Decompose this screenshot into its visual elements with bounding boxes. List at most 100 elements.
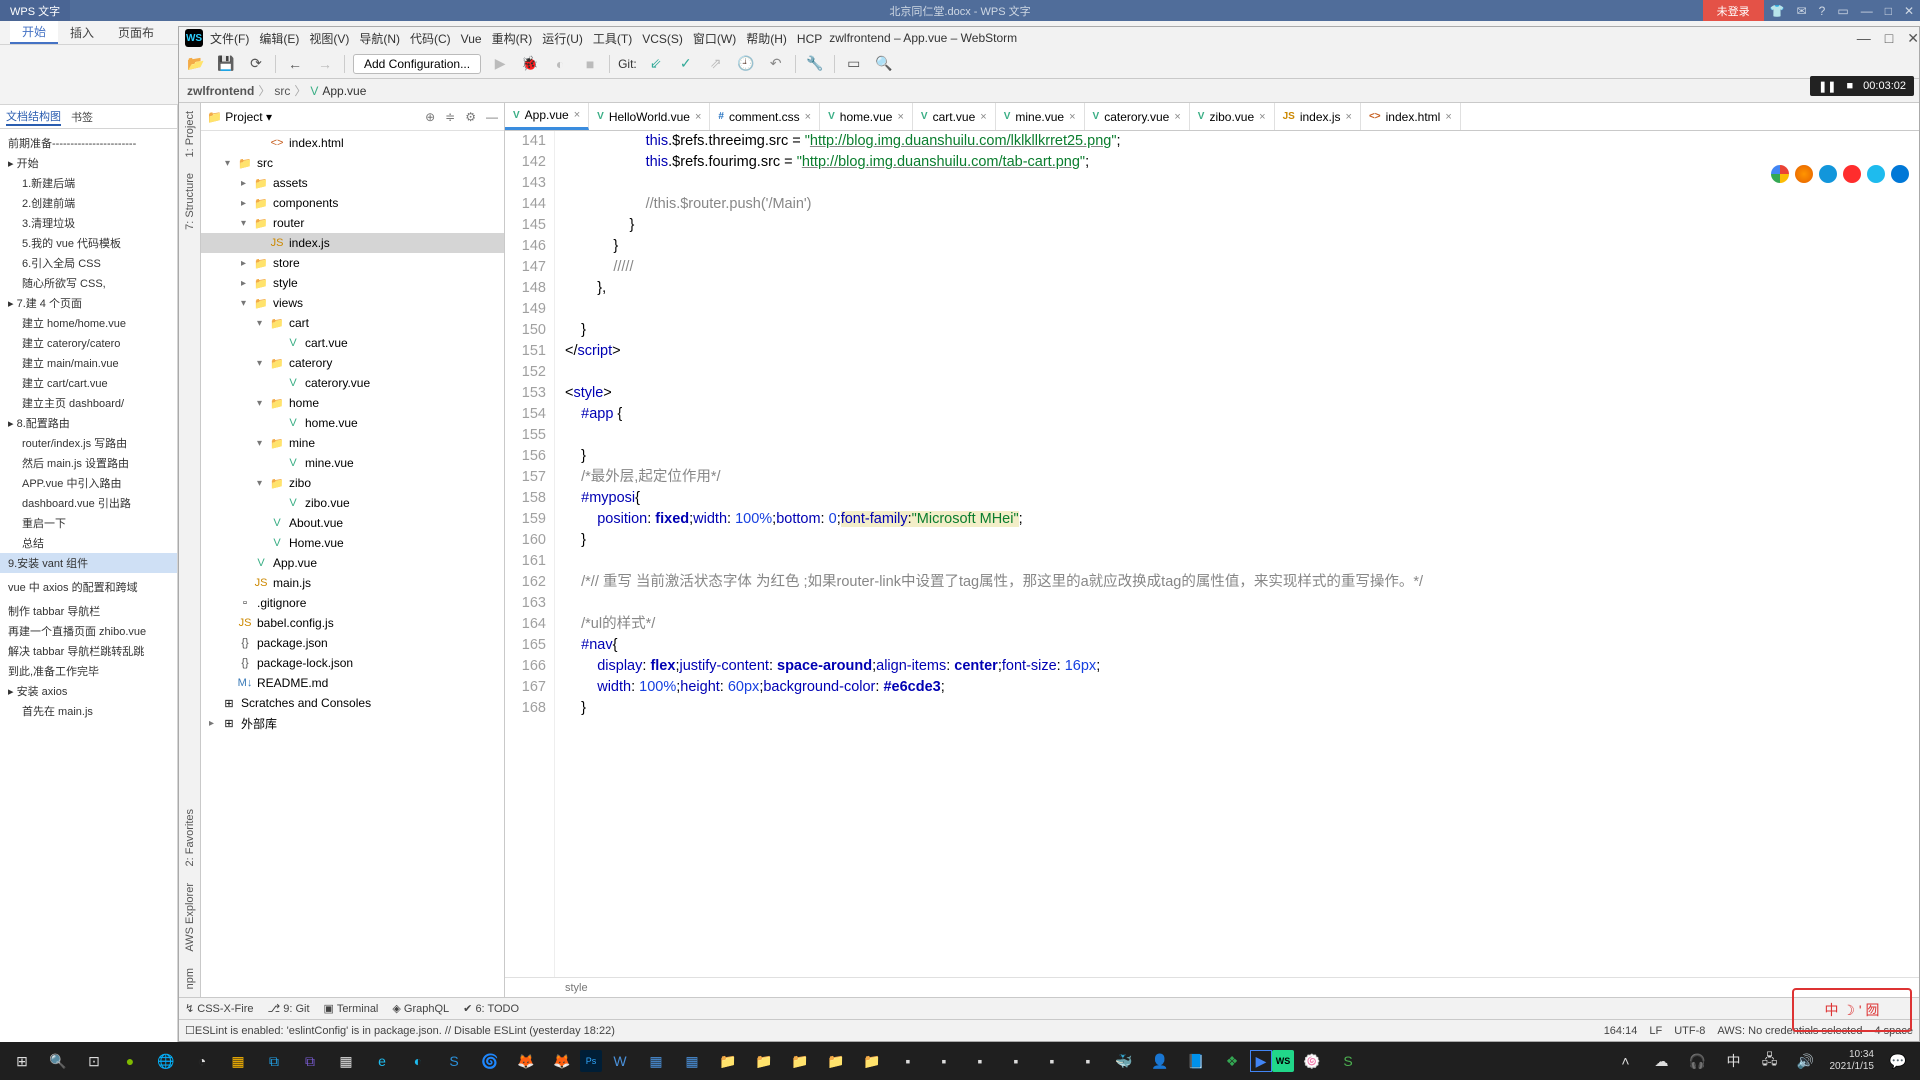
menu-item[interactable]: 窗口(W) (688, 32, 741, 46)
close-tab-icon[interactable]: × (980, 111, 986, 123)
outline-item[interactable]: 建立 home/home.vue (0, 313, 177, 333)
chrome-icon[interactable] (1771, 165, 1789, 183)
outline-item[interactable]: 前期准备----------------------- (0, 133, 177, 153)
tree-node[interactable]: ▸📁store (201, 253, 504, 273)
tree-node[interactable]: Vhome.vue (201, 413, 504, 433)
terminal-icon[interactable]: ▪ (1070, 1046, 1106, 1076)
project-tree[interactable]: <>index.html▾📁src▸📁assets▸📁components▾📁r… (201, 131, 504, 997)
settings-icon[interactable]: ⚙ (465, 110, 476, 124)
search-button[interactable]: 🔍 (40, 1046, 76, 1076)
notifications-icon[interactable]: 💬 (1880, 1046, 1916, 1076)
tree-node[interactable]: ▾📁src (201, 153, 504, 173)
close-tab-icon[interactable]: × (1069, 111, 1075, 123)
network-icon[interactable]: 🖧 (1752, 1046, 1788, 1076)
git-update-icon[interactable]: ⇙ (645, 53, 667, 75)
outline-item[interactable]: 建立 caterory/catero (0, 333, 177, 353)
editor-tab[interactable]: Vzibo.vue× (1190, 103, 1275, 130)
outline-item[interactable]: 6.引入全局 CSS (0, 253, 177, 273)
app-icon[interactable]: 🐳 (1106, 1046, 1142, 1076)
app-icon[interactable]: ❖ (1214, 1046, 1250, 1076)
wps-tab-insert[interactable]: 插入 (58, 21, 106, 44)
editor-tab[interactable]: Vhome.vue× (820, 103, 913, 130)
debug-icon[interactable]: 🐞 (519, 53, 541, 75)
ie-icon[interactable] (1867, 165, 1885, 183)
app-icon[interactable]: ◐ (400, 1046, 436, 1076)
tree-node[interactable]: Vcart.vue (201, 333, 504, 353)
outline-item[interactable]: 5.我的 vue 代码模板 (0, 233, 177, 253)
tree-node[interactable]: ▾📁caterory (201, 353, 504, 373)
opera-icon[interactable] (1843, 165, 1861, 183)
close-tab-icon[interactable]: × (1259, 111, 1265, 123)
browser-preview-icons[interactable] (1771, 165, 1909, 183)
tray-icon[interactable]: ☁ (1644, 1046, 1680, 1076)
tree-node[interactable]: VAbout.vue (201, 513, 504, 533)
close-tab-icon[interactable]: × (1445, 111, 1451, 123)
tree-node[interactable]: ▾📁router (201, 213, 504, 233)
editor-tab[interactable]: JSindex.js× (1275, 103, 1361, 130)
safari-icon[interactable] (1819, 165, 1837, 183)
vscode-icon[interactable]: ⧉ (256, 1046, 292, 1076)
terminal-icon[interactable]: ▪ (1034, 1046, 1070, 1076)
tree-node[interactable]: ▾📁mine (201, 433, 504, 453)
firefox-icon[interactable] (1795, 165, 1813, 183)
code-lines[interactable]: this.$refs.threeimg.src = "http://blog.i… (555, 131, 1919, 977)
menu-item[interactable]: 代码(C) (405, 32, 456, 46)
tree-node[interactable]: ▫.gitignore (201, 593, 504, 613)
close-tab-icon[interactable]: × (805, 111, 811, 123)
git-push-icon[interactable]: ⇗ (705, 53, 727, 75)
tree-node[interactable]: ▸⊞外部库 (201, 713, 504, 733)
close-tab-icon[interactable]: × (897, 111, 903, 123)
wps-tab-layout[interactable]: 页面布 (106, 21, 166, 44)
outline-item[interactable]: vue 中 axios 的配置和跨域 (0, 577, 177, 597)
outline-item[interactable]: APP.vue 中引入路由 (0, 473, 177, 493)
back-icon[interactable]: ← (284, 53, 306, 75)
terminal-icon[interactable]: ▪ (998, 1046, 1034, 1076)
tree-node[interactable]: Vcaterory.vue (201, 373, 504, 393)
outline-item[interactable]: 2.创建前端 (0, 193, 177, 213)
editor-tab[interactable]: Vcaterory.vue× (1085, 103, 1190, 130)
wps-tab-start[interactable]: 开始 (10, 21, 58, 44)
app-icon[interactable]: 🌀 (472, 1046, 508, 1076)
code-area[interactable]: 141 142 143 144 145 146 147 148 149 150 … (505, 131, 1919, 977)
wps-login-button[interactable]: 未登录 (1703, 0, 1764, 21)
tree-node[interactable]: JSmain.js (201, 573, 504, 593)
folder-icon[interactable]: 📁 (818, 1046, 854, 1076)
outline-item[interactable]: 1.新建后端 (0, 173, 177, 193)
firefox-icon[interactable]: 🦊 (508, 1046, 544, 1076)
outline-item[interactable]: 然后 main.js 设置路由 (0, 453, 177, 473)
hide-icon[interactable]: ― (486, 110, 498, 124)
window-icon[interactable]: ▭ (1831, 4, 1854, 18)
tray-up-icon[interactable]: ˄ (1608, 1046, 1644, 1076)
folder-icon[interactable]: 📁 (746, 1046, 782, 1076)
editor-tab[interactable]: Vmine.vue× (996, 103, 1085, 130)
pause-icon[interactable]: ❚❚ (1818, 80, 1836, 93)
app-icon[interactable]: ● (112, 1046, 148, 1076)
wps-outline-tab[interactable]: 文档结构图 (6, 108, 61, 126)
outline-item[interactable]: 到此,准备工作完毕 (0, 661, 177, 681)
folder-icon[interactable]: 📁 (782, 1046, 818, 1076)
edge-icon[interactable] (1891, 165, 1909, 183)
outline-item[interactable]: 再建一个直播页面 zhibo.vue (0, 621, 177, 641)
outline-item[interactable]: 首先在 main.js (0, 701, 177, 721)
ime-icon[interactable]: 中 (1716, 1046, 1752, 1076)
code-breadcrumb[interactable]: style (565, 982, 588, 994)
app-icon[interactable]: ▦ (220, 1046, 256, 1076)
git-revert-icon[interactable]: ↶ (765, 53, 787, 75)
outline-item[interactable]: 建立 main/main.vue (0, 353, 177, 373)
npm-toolwindow-button[interactable]: npm (184, 960, 196, 997)
minimize-icon[interactable]: ― (1855, 4, 1879, 18)
search-icon[interactable]: 🔍 (873, 53, 895, 75)
app-icon[interactable]: S (436, 1046, 472, 1076)
project-toolwindow-button[interactable]: 1: Project (184, 103, 196, 165)
tree-node[interactable]: JSindex.js (201, 233, 504, 253)
tree-node[interactable]: Vzibo.vue (201, 493, 504, 513)
wrench-icon[interactable]: 🔧 (804, 53, 826, 75)
terminal-icon[interactable]: ▪ (890, 1046, 926, 1076)
editor-tab[interactable]: VHelloWorld.vue× (589, 103, 710, 130)
app-icon[interactable]: ◔ (184, 1046, 220, 1076)
wps-taskbar-icon[interactable]: W (602, 1046, 638, 1076)
app-icon[interactable]: 👤 (1142, 1046, 1178, 1076)
tree-node[interactable]: <>index.html (201, 133, 504, 153)
outline-item[interactable]: dashboard.vue 引出路 (0, 493, 177, 513)
webstorm-taskbar-icon[interactable]: WS (1272, 1050, 1294, 1072)
